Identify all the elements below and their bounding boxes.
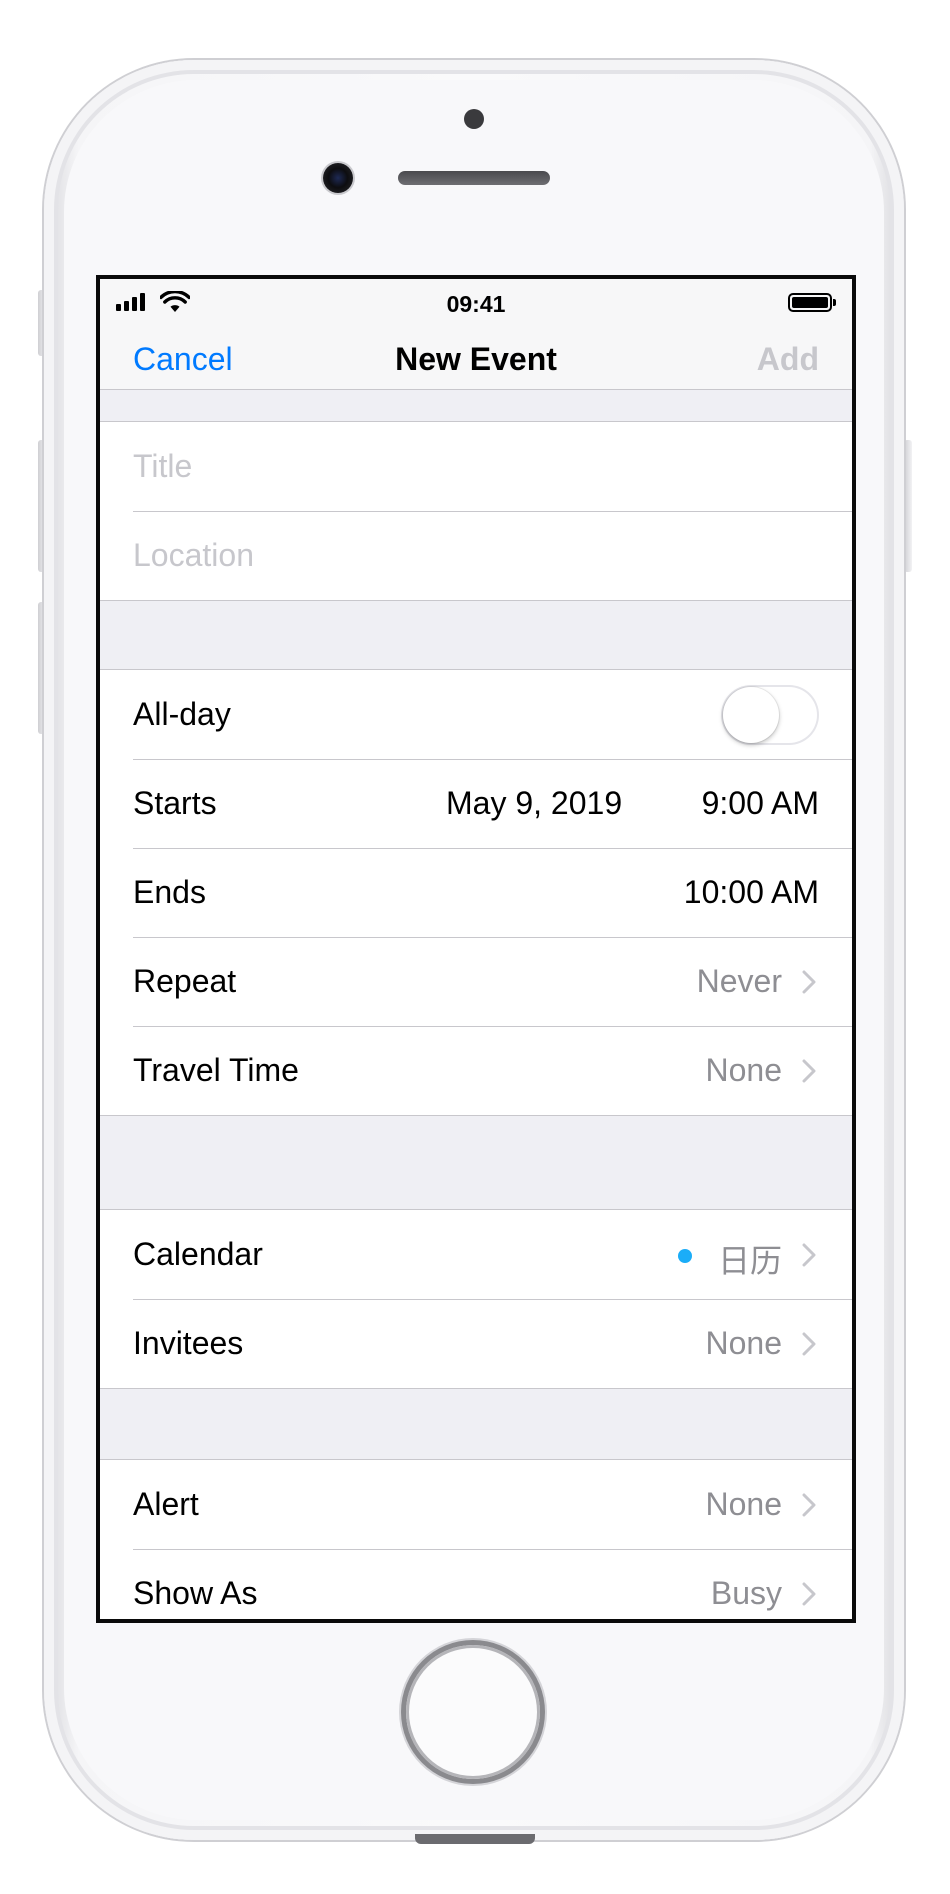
power-button (904, 440, 912, 572)
alert-value: None (705, 1486, 783, 1522)
starts-date[interactable]: May 9, 2019 (446, 785, 622, 822)
chevron-right-icon (802, 1582, 816, 1606)
allday-label: All-day (133, 696, 231, 732)
alert-group: Alert None Show As Busy (100, 1459, 852, 1619)
screen: 09:41 Cancel New Event Add Title Locatio… (96, 275, 856, 1623)
allday-row: All-day (100, 670, 852, 759)
location-row[interactable]: Location (100, 511, 852, 600)
lightning-port (415, 1834, 535, 1844)
navigation-bar: Cancel New Event Add (100, 327, 852, 390)
home-button[interactable] (406, 1645, 540, 1779)
add-button[interactable]: Add (757, 341, 819, 378)
chevron-right-icon (802, 1332, 816, 1356)
ends-label: Ends (133, 874, 206, 910)
status-bar: 09:41 (100, 279, 852, 327)
battery-cap (833, 299, 836, 306)
ends-time[interactable]: 10:00 AM (684, 874, 819, 911)
invitees-label: Invitees (133, 1325, 244, 1361)
show-as-row[interactable]: Show As Busy (100, 1549, 852, 1619)
invitees-row[interactable]: Invitees None (100, 1299, 852, 1388)
status-time: 09:41 (446, 291, 506, 317)
battery-icon (788, 293, 832, 312)
allday-toggle[interactable] (721, 685, 819, 745)
earpiece-speaker (398, 171, 550, 185)
chevron-right-icon (802, 970, 816, 994)
calendar-row[interactable]: Calendar 日历 (100, 1210, 852, 1299)
battery-level (792, 297, 828, 308)
proximity-sensor (464, 109, 484, 129)
travel-time-value: None (705, 1052, 783, 1088)
repeat-label: Repeat (133, 963, 237, 999)
show-as-label: Show As (133, 1575, 258, 1611)
device-stage: 09:41 Cancel New Event Add Title Locatio… (0, 0, 950, 1894)
starts-row[interactable]: Starts May 9, 2019 9:00 AM (100, 759, 852, 848)
repeat-value: Never (696, 963, 782, 999)
front-camera (323, 163, 353, 193)
invitees-value: None (705, 1325, 783, 1361)
travel-time-label: Travel Time (133, 1052, 299, 1088)
repeat-row[interactable]: Repeat Never (100, 937, 852, 1026)
alert-row[interactable]: Alert None (100, 1460, 852, 1549)
page-title: New Event (395, 341, 557, 377)
chevron-right-icon (802, 1243, 816, 1267)
starts-time[interactable]: 9:00 AM (702, 785, 819, 822)
toggle-knob (723, 687, 779, 743)
title-location-group: Title Location (100, 421, 852, 601)
alert-label: Alert (133, 1486, 199, 1522)
title-input[interactable]: Title (133, 448, 192, 485)
title-row[interactable]: Title (100, 422, 852, 511)
calendar-group: Calendar 日历 Invitees None (100, 1209, 852, 1389)
location-input[interactable]: Location (133, 537, 254, 574)
travel-time-row[interactable]: Travel Time None (100, 1026, 852, 1115)
chevron-right-icon (802, 1493, 816, 1517)
calendar-label: Calendar (133, 1236, 263, 1272)
starts-label: Starts (133, 785, 217, 821)
schedule-group: All-day Starts May 9, 2019 9:00 AM Ends … (100, 669, 852, 1116)
calendar-color-dot (678, 1249, 692, 1263)
ends-row[interactable]: Ends 10:00 AM (100, 848, 852, 937)
chevron-right-icon (802, 1059, 816, 1083)
calendar-value: 日历 (717, 1242, 782, 1280)
show-as-value: Busy (710, 1575, 782, 1611)
